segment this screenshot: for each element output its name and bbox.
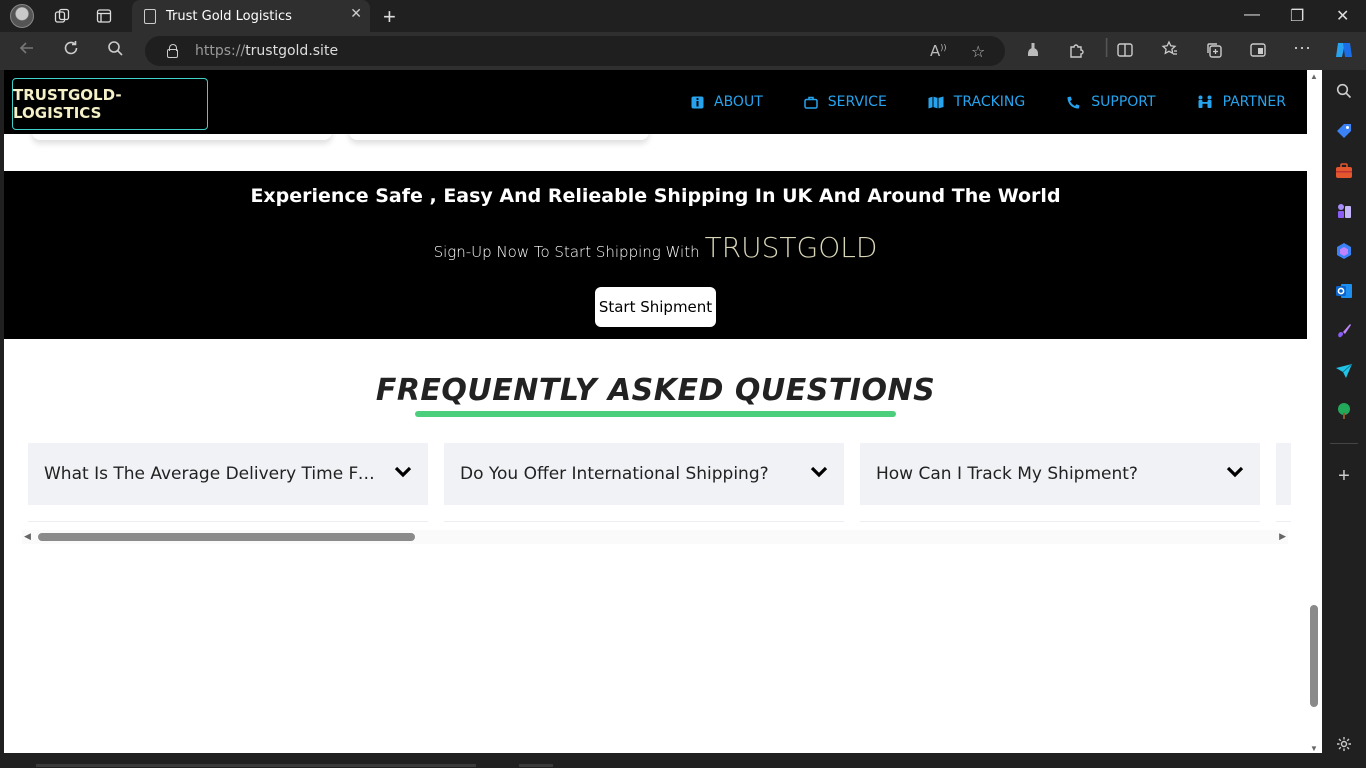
page-icon xyxy=(144,8,156,24)
faq-item[interactable]: What Is The Average Delivery Time For Do… xyxy=(28,443,428,505)
cta-heading: Experience Safe , Easy And Relieable Shi… xyxy=(250,185,1061,207)
briefcase-icon xyxy=(804,96,818,109)
sidebar-divider xyxy=(1330,443,1358,444)
extensions-icon[interactable] xyxy=(1068,41,1086,64)
restore-icon[interactable]: ❐ xyxy=(1290,6,1304,26)
chevron-down-icon xyxy=(1226,466,1244,478)
new-tab-button[interactable]: + xyxy=(383,4,396,30)
profile-avatar[interactable] xyxy=(10,4,34,28)
settings-gear-icon[interactable] xyxy=(1334,734,1354,754)
cta-subtitle: Sign-Up Now To Start Shipping With TRUST… xyxy=(4,231,1307,264)
scroll-up-icon[interactable]: ▲ xyxy=(1310,72,1318,81)
scrollbar-thumb[interactable] xyxy=(1310,605,1318,707)
edge-sidebar: + xyxy=(1322,70,1366,768)
nav-item-partner[interactable]: PARTNER xyxy=(1197,94,1286,110)
people-icon xyxy=(1197,95,1213,109)
toolbar-divider: | xyxy=(1104,36,1110,58)
copilot-icon[interactable] xyxy=(1333,39,1355,66)
nav-item-service[interactable]: SERVICE xyxy=(804,94,887,110)
address-bar[interactable]: https://trustgold.site A)) ☆ xyxy=(145,36,1005,66)
microsoft-365-icon[interactable] xyxy=(1334,241,1354,261)
faq-title-underline xyxy=(415,411,896,417)
browser-essentials-icon[interactable] xyxy=(1249,41,1267,64)
site-logo[interactable]: TRUSTGOLD-LOGISTICS xyxy=(12,78,208,130)
nav-item-label: TRACKING xyxy=(953,94,1026,110)
start-shipment-button[interactable]: Start Shipment xyxy=(595,287,716,327)
faq-question: What Is The Average Delivery Time For Do… xyxy=(44,464,384,484)
send-plane-icon[interactable] xyxy=(1334,361,1354,381)
games-chess-icon[interactable] xyxy=(1334,201,1354,221)
tab-actions-icon[interactable] xyxy=(94,6,114,26)
url-host: trustgold.site xyxy=(245,43,339,59)
cta-brand: TRUSTGOLD xyxy=(704,231,878,264)
scroll-left-icon[interactable]: ◀ xyxy=(24,531,31,542)
web-page: TRUSTGOLD-LOGISTICS ABOUT SERVICE TRACKI… xyxy=(4,70,1307,753)
nav-item-label: SUPPORT xyxy=(1091,94,1156,110)
split-screen-icon[interactable] xyxy=(1116,41,1134,64)
site-navbar: TRUSTGOLD-LOGISTICS ABOUT SERVICE TRACKI… xyxy=(4,70,1307,134)
faq-divider xyxy=(444,521,844,522)
faq-question: Do You Offer International Shipping? xyxy=(460,464,769,484)
faq-horizontal-scrollbar[interactable]: ◀ ▶ xyxy=(22,530,1288,544)
workspaces-icon[interactable] xyxy=(52,6,72,26)
browser-toolbar: https://trustgold.site A)) ☆ | ⋯ xyxy=(0,32,1366,70)
minimize-icon[interactable]: — xyxy=(1244,6,1260,24)
favorite-star-icon[interactable]: ☆ xyxy=(971,42,985,61)
nav-menu: ABOUT SERVICE TRACKING SUPPORT PARTNER xyxy=(690,70,1286,134)
downloads-icon[interactable] xyxy=(1024,41,1042,64)
info-icon xyxy=(690,96,704,109)
faq-divider xyxy=(1276,521,1291,522)
shopping-tag-icon[interactable] xyxy=(1334,121,1354,141)
browser-tab[interactable]: Trust Gold Logistics ✕ xyxy=(132,0,370,32)
lock-icon xyxy=(167,43,178,58)
faq-question: How Can I Track My Shipment? xyxy=(876,464,1138,484)
faq-divider xyxy=(28,521,428,522)
nav-item-tracking[interactable]: TRACKING xyxy=(928,94,1025,110)
browser-title-bar: Trust Gold Logistics ✕ + — ❐ ✕ xyxy=(0,0,1366,32)
close-tab-icon[interactable]: ✕ xyxy=(350,6,362,22)
search-icon[interactable] xyxy=(107,40,124,62)
nav-item-label: SERVICE xyxy=(827,94,887,110)
phone-icon xyxy=(1066,96,1081,109)
close-window-icon[interactable]: ✕ xyxy=(1336,6,1349,26)
scrollbar-thumb[interactable] xyxy=(38,533,415,541)
faq-title: FREQUENTLY ASKED QUESTIONS xyxy=(375,373,936,408)
faq-divider xyxy=(860,521,1260,522)
map-icon xyxy=(928,96,944,109)
taskbar-edge xyxy=(0,753,1366,768)
outlook-icon[interactable] xyxy=(1334,281,1354,301)
faq-item-partial[interactable] xyxy=(1276,443,1291,505)
chevron-down-icon xyxy=(810,466,828,478)
url-protocol: https:// xyxy=(195,43,246,59)
nav-item-label: ABOUT xyxy=(714,94,763,110)
more-options-icon[interactable]: ⋯ xyxy=(1293,38,1311,59)
faq-item[interactable]: Do You Offer International Shipping? xyxy=(444,443,844,505)
tools-briefcase-icon[interactable] xyxy=(1334,161,1354,181)
favorites-icon[interactable] xyxy=(1161,40,1179,63)
signup-cta-section: Experience Safe , Easy And Relieable Shi… xyxy=(4,171,1307,339)
tab-title: Trust Gold Logistics xyxy=(166,8,292,24)
back-icon[interactable] xyxy=(18,39,36,62)
refresh-icon[interactable] xyxy=(62,39,80,62)
designer-icon[interactable] xyxy=(1334,321,1354,341)
collections-icon[interactable] xyxy=(1205,41,1223,64)
page-vertical-scrollbar[interactable]: ▲ ▼ xyxy=(1307,70,1322,753)
nav-item-about[interactable]: ABOUT xyxy=(690,94,763,110)
nav-item-label: PARTNER xyxy=(1222,94,1286,110)
read-aloud-icon[interactable]: A)) xyxy=(930,42,947,60)
scroll-down-icon[interactable]: ▼ xyxy=(1310,744,1318,753)
faq-item[interactable]: How Can I Track My Shipment? xyxy=(860,443,1260,505)
tree-icon[interactable] xyxy=(1334,401,1354,421)
cta-subtitle-text: Sign-Up Now To Start Shipping With xyxy=(433,243,700,261)
nav-item-support[interactable]: SUPPORT xyxy=(1066,94,1156,110)
faq-carousel: What Is The Average Delivery Time For Do… xyxy=(28,443,1291,523)
sidebar-search-icon[interactable] xyxy=(1334,81,1354,101)
scroll-right-icon[interactable]: ▶ xyxy=(1279,531,1286,542)
chevron-down-icon xyxy=(394,466,412,478)
add-sidebar-app-icon[interactable]: + xyxy=(1334,465,1354,487)
